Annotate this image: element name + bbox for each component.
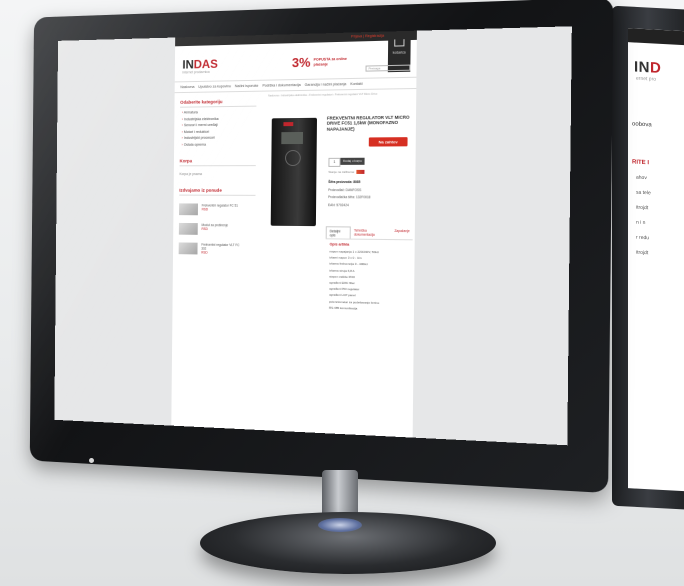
categories-title: Odaberite kategoriju xyxy=(180,98,257,108)
offer-thumbnail xyxy=(178,242,198,255)
nav-item[interactable]: Načini isporuke xyxy=(235,84,259,88)
secondary-nav-fragment: oobova xyxy=(632,121,652,129)
monitor-screen: Prijava | Registracija košarica INDAS in… xyxy=(54,26,572,446)
search-input[interactable]: Pretraga xyxy=(365,64,411,72)
spec-line: Šifra proizvoda: 8085 xyxy=(328,180,361,185)
description-line: izlazna struja 6,8 A xyxy=(329,268,355,273)
tab-notes[interactable]: Zapažanje xyxy=(391,227,413,239)
category-item[interactable]: Industrijski procesori xyxy=(182,136,256,141)
webshop-page: Prijava | Registracija košarica INDAS in… xyxy=(171,30,417,438)
secondary-list-item: sa tele xyxy=(636,189,651,197)
secondary-topbar xyxy=(628,28,684,46)
offer-price: RSD xyxy=(201,207,209,212)
nav-item[interactable]: Garancija i načini plaćanja xyxy=(305,82,347,87)
stock-bars-icon xyxy=(356,170,365,175)
tab-documentation[interactable]: Tehnička dokumentacija xyxy=(351,226,391,239)
product-specs: Šifra proizvoda: 8085 Proizvođač: DANFOS… xyxy=(328,180,371,211)
quantity-input[interactable]: 1 xyxy=(328,157,341,167)
add-to-cart-button[interactable]: Dodaj u korpu xyxy=(340,157,365,165)
category-item[interactable]: Motori i reduktori xyxy=(182,129,256,134)
offer-thumbnail xyxy=(178,222,198,235)
logo-subtitle: internet prodavnica xyxy=(182,69,210,75)
description-line: ugrađeni LCP panel xyxy=(329,292,356,298)
drive-dial xyxy=(284,149,301,167)
category-item[interactable]: Ostala oprema xyxy=(182,142,256,147)
offer-item[interactable]: Frekventni regulator FC 51 RSD xyxy=(179,203,255,216)
description-line: potenciometar za podešavanje brzine xyxy=(328,299,380,305)
base-highlight xyxy=(318,518,362,532)
description-line: RS-485 komunikacija xyxy=(328,305,358,311)
offer-price: RSD xyxy=(201,250,208,255)
nav-item[interactable]: Kontakt xyxy=(350,82,362,86)
breadcrumb[interactable]: Naslovna › Industrijska elektronika › Fr… xyxy=(268,93,377,98)
order-on-request-button[interactable]: Na zahtev xyxy=(368,137,408,147)
secondary-section-title: RITE I xyxy=(632,159,650,167)
promo-percent: 3% xyxy=(291,54,311,71)
nav-item[interactable]: Uputstvo za kupovinu xyxy=(198,84,231,89)
description-line: ugrađeni PID regulator xyxy=(329,286,360,292)
promo-banner: 3% POPUSTA za online plaćanje xyxy=(291,54,347,71)
secondary-logo-subtitle: ernet pro xyxy=(636,75,657,83)
secondary-list-item: itrojdt xyxy=(636,249,649,257)
product-tabs: Detaljni opis Tehnička dokumentacija Zap… xyxy=(325,226,413,241)
spec-line: EAN: 5702424 xyxy=(327,202,349,208)
description-line: izlazna frekvencija 0 - 400Hz xyxy=(329,261,368,267)
spec-line: Proizvođač: DANFOSS xyxy=(328,187,362,192)
offer-name: Frekventni regulator VLT FC 302 xyxy=(201,242,240,251)
power-led-icon xyxy=(89,458,94,463)
category-item[interactable]: Industrijska elektronika xyxy=(182,116,256,121)
description-title: Opis artikla xyxy=(329,242,350,247)
secondary-list-item: n i n xyxy=(636,219,646,227)
secondary-list-item: ahov xyxy=(636,174,647,182)
product-image[interactable] xyxy=(270,117,317,227)
sidebar: Odaberite kategoriju Armatura Industrijs… xyxy=(178,98,257,256)
login-register-link[interactable]: Prijava | Registracija xyxy=(351,34,384,39)
offer-price: RSD xyxy=(201,227,208,232)
category-item[interactable]: Senzori i merni uređaji xyxy=(182,123,256,128)
product-description: Opis artikla napon napajanja 1 x 220/240… xyxy=(329,242,411,313)
secondary-category-list: ahov sa tele itrojdt n i n r redu itrojd… xyxy=(628,174,684,259)
site-header: INDAS internet prodavnica 3% POPUSTA za … xyxy=(175,40,417,82)
secondary-monitor-screen: IND ernet pro oobova RITE I ahov sa tele… xyxy=(628,28,684,492)
secondary-list-item: itrojdt xyxy=(636,204,649,212)
spec-line: Proizvođačka šifra: 132F0018 xyxy=(328,195,371,200)
stock-indicator: Stanje na zalihama: xyxy=(328,169,365,175)
description-line: ugrađeni EMC filter xyxy=(329,280,355,286)
stock-label: Stanje na zalihama: xyxy=(328,169,355,174)
description-line: izlazni napon 3 x 0 - Uin xyxy=(329,255,362,261)
offer-item[interactable]: Frekventni regulator VLT FC 302 RSD xyxy=(178,242,255,255)
brand-badge xyxy=(283,122,294,127)
cart-title: Korpa xyxy=(179,158,256,167)
category-item[interactable]: Armatura xyxy=(182,110,256,115)
promo-text: POPUSTA za online plaćanje xyxy=(313,56,347,67)
drive-display xyxy=(281,131,304,145)
offer-thumbnail xyxy=(179,203,198,216)
product-title: FREKVENTNI REGULATOR VLT MICRO DRIVE FC5… xyxy=(326,114,410,132)
nav-item[interactable]: Podrška i dokumentacija xyxy=(262,83,300,88)
cart-empty-text: Korpa je prazna xyxy=(179,172,203,177)
description-line: stepen zaštite IP20 xyxy=(329,274,355,279)
nav-item[interactable]: Naslovna xyxy=(180,85,194,89)
tab-description[interactable]: Detaljni opis xyxy=(325,226,352,239)
offers-title: Izdvajamo iz ponude xyxy=(179,187,256,196)
description-line: napon napajanja 1 x 220/240V, 50Hz xyxy=(329,249,379,255)
secondary-list-item: r redu xyxy=(636,234,650,242)
offer-item[interactable]: Modul za proširenje RSD xyxy=(178,222,255,236)
